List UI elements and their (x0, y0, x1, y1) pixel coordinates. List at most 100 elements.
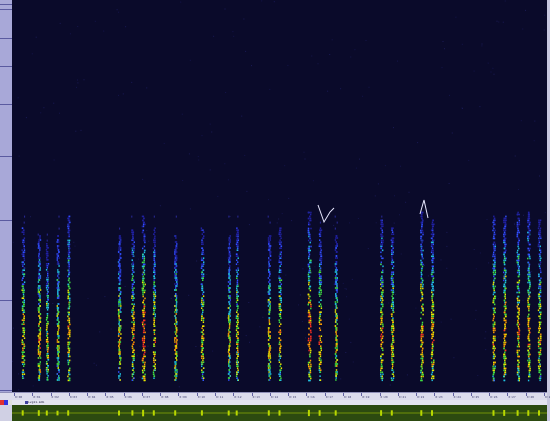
spectral-cell (143, 269, 146, 272)
spectral-cell (142, 357, 145, 360)
spectral-cell (176, 371, 178, 373)
spectral-cell (118, 247, 120, 249)
spectral-cell (308, 249, 310, 252)
spectral-cell (307, 275, 310, 278)
spectral-cell (503, 333, 505, 336)
spectral-cell (174, 331, 176, 333)
spectral-cell (142, 313, 144, 316)
call-column (235, 215, 240, 381)
spectral-cell (228, 277, 230, 279)
spectral-cell (318, 351, 320, 353)
spectral-cell (269, 345, 271, 347)
spectral-cell (175, 313, 177, 315)
spectral-cell (431, 243, 433, 246)
spectral-cell (268, 313, 271, 315)
spectral-cell (268, 243, 270, 245)
spectral-cell (318, 317, 321, 319)
noise-speckle (12, 327, 14, 329)
noise-speckle (340, 88, 342, 90)
spectral-cell (22, 331, 24, 333)
spectral-cell (504, 221, 507, 224)
spectral-cell (540, 277, 542, 280)
spectral-cell (528, 217, 530, 220)
spectral-cell (279, 243, 281, 245)
spectral-cell (318, 341, 320, 343)
spectral-cell (527, 275, 530, 278)
spectral-cell (228, 335, 231, 337)
noise-speckle (77, 82, 79, 84)
spectral-cell (537, 309, 540, 312)
spectral-cell (517, 307, 519, 310)
noise-speckle (533, 140, 535, 142)
spectral-cell (421, 245, 423, 248)
waveform-burst (431, 410, 433, 416)
spectral-cell (237, 239, 239, 241)
spectral-cell (56, 305, 58, 307)
noise-speckle (481, 45, 483, 47)
spectral-cell (308, 287, 311, 290)
spectral-cell (58, 271, 60, 273)
spectral-cell (503, 239, 506, 242)
spectral-cell (392, 271, 395, 273)
spectral-cell (380, 299, 382, 302)
noise-speckle (59, 22, 61, 24)
spectral-cell (203, 337, 205, 339)
spectral-cell (228, 363, 230, 365)
spectral-cell (382, 341, 384, 344)
spectral-cell (391, 359, 393, 361)
spectral-cell (529, 285, 531, 288)
spectral-cell (492, 329, 495, 332)
spectral-cell (432, 253, 434, 256)
spectral-cell (68, 307, 70, 310)
spectral-cell (320, 281, 323, 283)
spectral-cell (493, 353, 495, 356)
noise-speckle (245, 335, 247, 337)
harmonic-cell (46, 233, 48, 236)
spectral-cell (516, 233, 519, 236)
spectral-cell (67, 223, 70, 226)
waveform-track[interactable] (12, 405, 547, 421)
spectral-cell (269, 309, 271, 311)
spectral-cell (68, 311, 70, 314)
spectral-cell (202, 311, 204, 313)
spectral-cell (538, 245, 540, 248)
spectrogram-view[interactable] (12, 0, 547, 392)
spectral-cell (153, 331, 155, 333)
spectral-cell (153, 297, 155, 299)
noise-speckle (384, 165, 386, 167)
spectral-cell (527, 379, 530, 382)
track-color-icon[interactable] (0, 400, 12, 405)
noise-speckle (304, 158, 306, 160)
noise-speckle (12, 360, 13, 362)
spectral-cell (200, 283, 203, 285)
spectral-cell (143, 285, 145, 288)
spectral-cell (267, 353, 270, 355)
spectral-cell (432, 321, 435, 324)
spectral-cell (174, 289, 176, 291)
spectral-cell (120, 333, 122, 335)
spectral-cell (538, 275, 540, 278)
spectral-cell (268, 287, 271, 289)
call-column (492, 215, 497, 382)
spectral-cell (309, 301, 311, 304)
spectral-cell (46, 245, 48, 247)
spectral-cell (320, 257, 323, 259)
spectral-cell (175, 357, 177, 359)
time-label: 0:12 (234, 395, 242, 399)
spectral-cell (334, 263, 337, 265)
noise-speckle (501, 356, 503, 358)
spectral-cell (47, 281, 49, 283)
spectral-cell (228, 263, 230, 265)
spectral-cell (392, 317, 394, 319)
spectral-cell (153, 293, 155, 295)
spectral-cell (131, 285, 134, 287)
spectral-cell (118, 375, 120, 377)
spectral-cell (503, 299, 506, 302)
spectral-cell (201, 271, 203, 273)
noise-speckle (513, 222, 515, 224)
spectral-cell (504, 287, 506, 290)
spectral-cell (174, 283, 176, 285)
spectral-cell (119, 239, 121, 241)
spectral-cell (237, 273, 239, 275)
spectral-cell (504, 269, 506, 272)
